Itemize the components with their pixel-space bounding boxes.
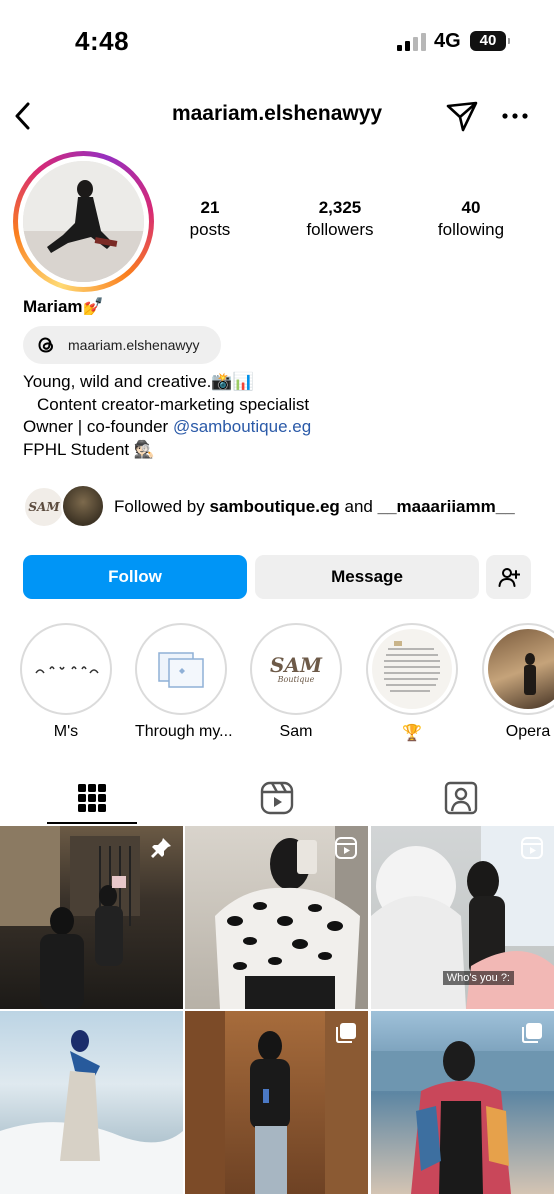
highlight-ring [20,623,112,715]
highlight-cover [141,629,221,709]
network-type: 4G [434,30,461,52]
display-name: Mariam💅 [23,297,104,316]
highlight-item[interactable]: Opera [482,623,554,741]
bio-line: FPHL Student 🕵🏻 [23,439,156,459]
post-photo [0,1030,183,1194]
highlight-ring [366,623,458,715]
followed-by[interactable]: SAM Followed by samboutique.eg and __maa… [23,484,543,530]
highlight-cover-text: SAM [269,652,323,677]
stat-value: 21 [200,198,220,217]
battery-icon: 40 [470,31,510,51]
threads-badge[interactable]: maariam.elshenawyy [23,326,221,364]
post-thumbnail[interactable] [0,1011,183,1194]
reels-icon [260,781,294,814]
stat-label: following [437,220,505,239]
avatar [23,161,144,282]
highlight-label: 🏆 [402,725,422,742]
post-thumbnail[interactable] [185,1011,368,1194]
highlight-item[interactable]: 🏆 [366,623,458,743]
tab-posts-grid[interactable] [46,770,138,825]
stat-label: followers [306,220,374,239]
highlight-label: M's [53,723,79,740]
posts-grid: Who's you ?: [0,826,554,1200]
highlight-label: Sam [279,723,313,740]
post-caption-overlay: Who's you ?: [442,971,514,985]
reel-badge-icon [521,837,543,859]
grid-icon [78,783,106,812]
post-thumbnail[interactable] [0,826,183,1009]
post-thumbnail[interactable] [185,826,368,1009]
follow-button[interactable]: Follow [23,555,247,599]
story-highlights: M's Through my... SAM Boutique Sam 🏆 Ope… [0,623,554,748]
highlight-label: Opera [505,723,551,740]
highlight-cover-sub: Boutique [277,674,315,684]
profile-stats: 21 posts 2,325 followers 40 following [150,198,554,248]
more-horizontal-icon [502,113,528,119]
tab-reels[interactable] [231,770,323,825]
stat-value: 40 [461,198,481,217]
bio: Young, wild and creative.📸📊 Content crea… [23,371,311,461]
threads-icon [34,333,58,357]
highlight-ring: SAM Boutique [250,623,342,715]
pin-icon [151,838,171,858]
highlight-ring [135,623,227,715]
threads-handle: maariam.elshenawyy [68,337,200,353]
follower-avatar: SAM [23,486,65,528]
carousel-icon [336,1023,356,1043]
reel-badge-icon [335,837,357,859]
profile-tabs [0,770,554,825]
avatar-frame [18,156,149,287]
mutual-follower-name: samboutique.eg [209,497,340,516]
bio-mention-link[interactable]: @samboutique.eg [173,417,311,436]
stat-posts[interactable]: 21 posts [175,198,245,240]
mutual-follower-name: __maaariiamm__ [377,497,515,516]
stat-following[interactable]: 40 following [425,198,517,240]
highlight-item[interactable]: M's [20,623,112,741]
highlight-ring [482,623,554,715]
status-time: 4:48 [75,26,130,56]
highlight-item[interactable]: SAM Boutique Sam [250,623,342,741]
highlight-item[interactable]: Through my... [135,623,233,741]
story-ring[interactable] [13,151,154,292]
avatar-photo [23,161,144,282]
suggest-users-button[interactable] [486,555,531,599]
carousel-icon [522,1023,542,1043]
followed-by-prefix: Followed by [114,497,210,516]
status-bar: 4:48 4G 40 [0,0,554,80]
paper-plane-icon [446,101,478,132]
more-options-button[interactable] [498,98,532,134]
stat-value: 2,325 [318,198,362,217]
profile-header: maariam.elshenawyy [0,92,554,140]
message-button[interactable]: Message [255,555,479,599]
stat-followers[interactable]: 2,325 followers [290,198,390,240]
highlight-cover [488,629,554,709]
followed-by-middle: and [339,497,378,516]
bio-line: Owner | co-founder @samboutique.eg [23,416,311,439]
post-thumbnail[interactable]: Who's you ?: [371,826,554,1009]
tagged-icon [444,781,478,814]
action-buttons: Follow Message [23,555,533,599]
signal-icon [397,33,427,51]
followed-by-text: Followed by samboutique.eg and __maaarii… [114,497,515,517]
bio-line: Young, wild and creative.📸📊 [23,372,254,391]
send-message-button[interactable] [444,98,480,134]
highlight-label: Through my... [135,723,233,740]
highlight-cover: SAM Boutique [256,629,336,709]
highlight-cover [372,629,452,709]
bio-text: Owner | co-founder [23,417,173,436]
post-thumbnail[interactable] [371,1011,554,1194]
follower-avatar [61,484,105,528]
highlight-cover [26,629,106,709]
active-tab-indicator [47,822,137,824]
bio-line: Content creator-marketing specialist [37,394,310,414]
add-user-icon [498,568,520,587]
tab-tagged[interactable] [415,770,507,825]
stat-label: posts [189,220,231,239]
